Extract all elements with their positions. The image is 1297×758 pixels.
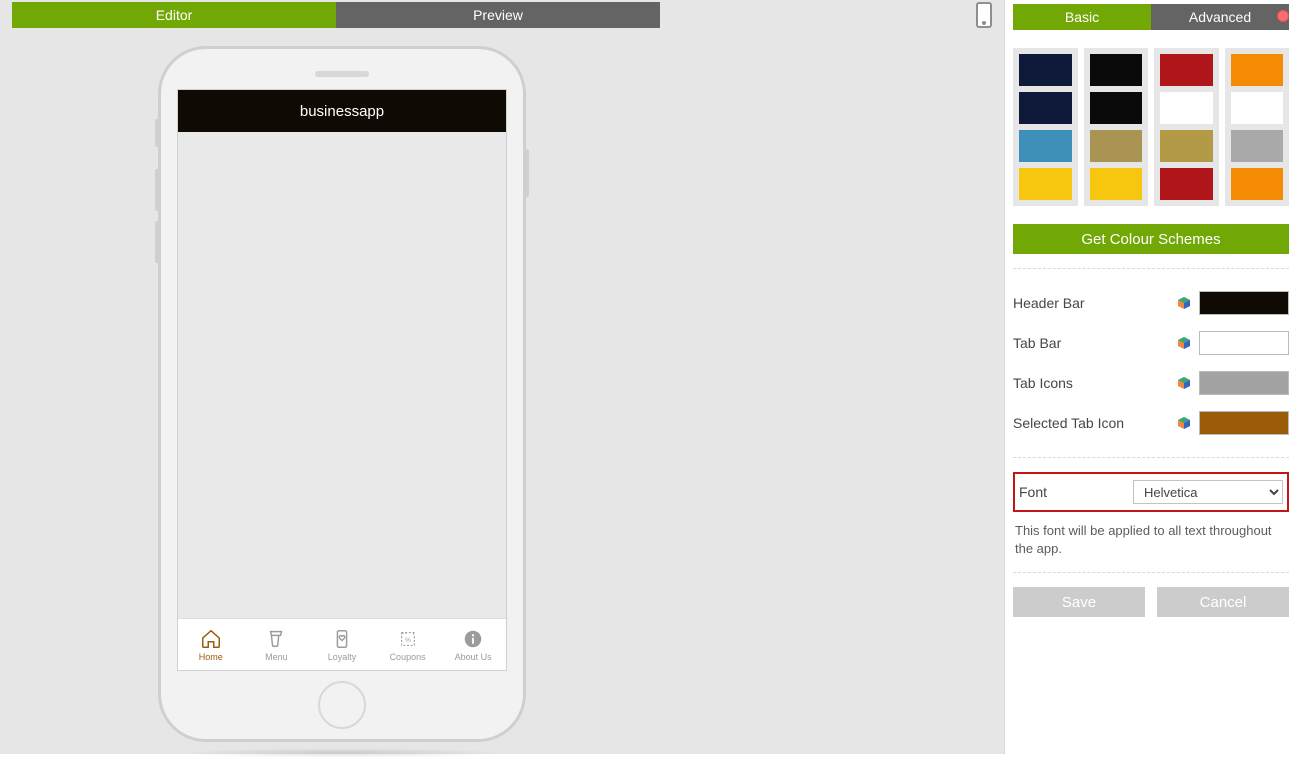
divider xyxy=(1013,457,1289,458)
phone-shadow xyxy=(178,748,506,758)
coupon-icon: % xyxy=(397,628,419,650)
cancel-button[interactable]: Cancel xyxy=(1157,587,1289,617)
home-icon xyxy=(200,628,222,650)
colour-chip[interactable] xyxy=(1199,371,1289,395)
scheme-swatch xyxy=(1090,168,1143,200)
font-row: Font Helvetica xyxy=(1013,472,1289,512)
scheme-swatch xyxy=(1019,130,1072,162)
scheme-swatch xyxy=(1231,130,1284,162)
scheme-swatch xyxy=(1231,54,1284,86)
status-dot-icon xyxy=(1277,10,1289,22)
scheme-swatch xyxy=(1019,168,1072,200)
colour-chip[interactable] xyxy=(1199,411,1289,435)
scheme-swatch xyxy=(1019,54,1072,86)
scheme-swatch xyxy=(1160,54,1213,86)
cup-icon xyxy=(265,628,287,650)
scheme-column[interactable] xyxy=(1013,48,1078,206)
phone-side-button xyxy=(155,119,159,147)
scheme-swatch xyxy=(1231,92,1284,124)
app-tab-label: Coupons xyxy=(390,652,426,662)
phone-screen: businessapp Home Menu Loya xyxy=(177,89,507,671)
panel-actions: Save Cancel xyxy=(1013,587,1289,617)
app-tab-bar: Home Menu Loyalty % Coupons xyxy=(178,618,506,670)
colour-picker-icon[interactable] xyxy=(1177,376,1191,390)
device-phone-icon[interactable] xyxy=(976,2,992,28)
colour-row-tab-icons: Tab Icons xyxy=(1013,363,1289,403)
font-help-text: This font will be applied to all text th… xyxy=(1013,522,1289,558)
font-select[interactable]: Helvetica xyxy=(1133,480,1283,504)
tab-preview[interactable]: Preview xyxy=(336,2,660,28)
scheme-swatch xyxy=(1090,92,1143,124)
scheme-swatch xyxy=(1231,168,1284,200)
app-tab-label: Home xyxy=(199,652,223,662)
colour-row-selected-tab-icon: Selected Tab Icon xyxy=(1013,403,1289,443)
colour-row-label: Tab Bar xyxy=(1013,335,1177,351)
main-tabs: Editor Preview xyxy=(12,2,992,28)
colour-row-label: Tab Icons xyxy=(1013,375,1177,391)
colour-picker-icon[interactable] xyxy=(1177,416,1191,430)
main-area: Editor Preview businessapp Home xyxy=(0,0,1004,754)
scheme-swatch xyxy=(1160,130,1213,162)
tab-advanced[interactable]: Advanced xyxy=(1151,4,1289,30)
settings-panel: Basic Advanced xyxy=(1004,0,1297,754)
colour-scheme-grid xyxy=(1013,48,1289,206)
colour-row-label: Selected Tab Icon xyxy=(1013,415,1177,431)
phone-side-button xyxy=(155,169,159,211)
scheme-column[interactable] xyxy=(1084,48,1149,206)
device-heart-icon xyxy=(331,628,353,650)
save-button[interactable]: Save xyxy=(1013,587,1145,617)
svg-text:%: % xyxy=(405,636,411,643)
tab-basic[interactable]: Basic xyxy=(1013,4,1151,30)
colour-row-header-bar: Header Bar xyxy=(1013,283,1289,323)
scheme-swatch xyxy=(1160,92,1213,124)
phone-side-button xyxy=(525,149,529,197)
phone-side-button xyxy=(155,221,159,263)
app-content-area xyxy=(178,132,506,618)
colour-picker-icon[interactable] xyxy=(1177,296,1191,310)
colour-chip[interactable] xyxy=(1199,331,1289,355)
phone-preview: businessapp Home Menu Loya xyxy=(158,46,526,746)
app-tab-label: About Us xyxy=(455,652,492,662)
scheme-swatch xyxy=(1090,130,1143,162)
app-tab-menu[interactable]: Menu xyxy=(244,619,310,670)
app-tab-home[interactable]: Home xyxy=(178,619,244,670)
divider xyxy=(1013,268,1289,269)
scheme-swatch xyxy=(1090,54,1143,86)
app-tab-label: Loyalty xyxy=(328,652,357,662)
app-tab-label: Menu xyxy=(265,652,288,662)
scheme-swatch xyxy=(1160,168,1213,200)
colour-row-label: Header Bar xyxy=(1013,295,1177,311)
phone-home-button xyxy=(318,681,366,729)
app-tab-coupons[interactable]: % Coupons xyxy=(375,619,441,670)
tab-editor[interactable]: Editor xyxy=(12,2,336,28)
scheme-swatch xyxy=(1019,92,1072,124)
app-header-bar: businessapp xyxy=(178,90,506,132)
font-label: Font xyxy=(1019,484,1133,500)
phone-speaker xyxy=(315,71,369,77)
colour-chip[interactable] xyxy=(1199,291,1289,315)
app-tab-about[interactable]: About Us xyxy=(440,619,506,670)
colour-picker-icon[interactable] xyxy=(1177,336,1191,350)
colour-rows: Header Bar Tab Bar Tab Icons Selected Ta… xyxy=(1013,283,1289,443)
info-icon xyxy=(462,628,484,650)
scheme-column[interactable] xyxy=(1154,48,1219,206)
panel-tabs: Basic Advanced xyxy=(1013,4,1289,30)
scheme-column[interactable] xyxy=(1225,48,1290,206)
colour-row-tab-bar: Tab Bar xyxy=(1013,323,1289,363)
app-tab-loyalty[interactable]: Loyalty xyxy=(309,619,375,670)
divider xyxy=(1013,572,1289,573)
get-colour-schemes-button[interactable]: Get Colour Schemes xyxy=(1013,224,1289,254)
